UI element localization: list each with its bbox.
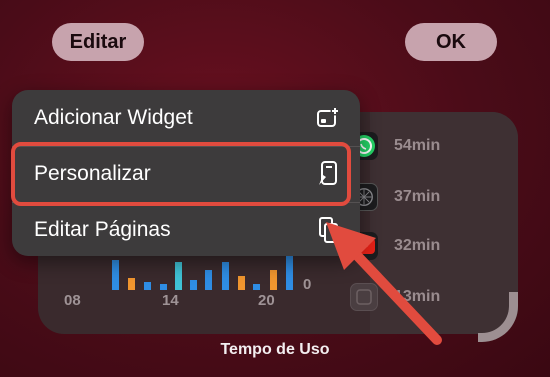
arrow-annotation: [326, 222, 442, 345]
